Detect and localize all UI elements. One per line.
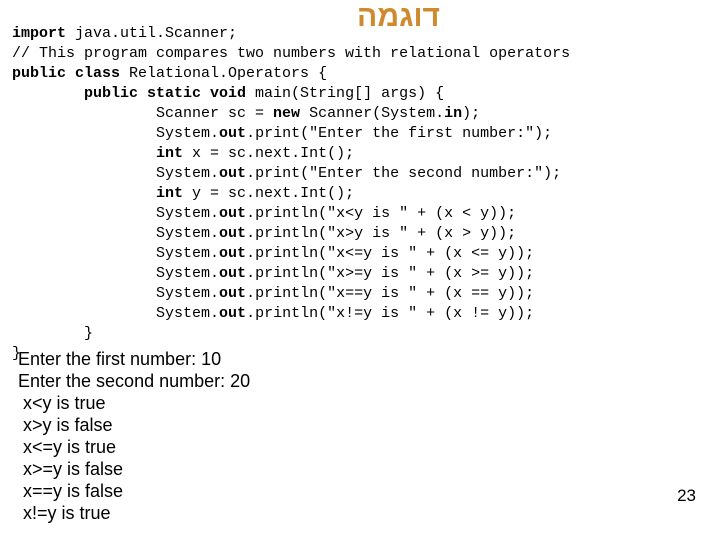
code-l14c: .println("x==y is " + (x == y)); — [246, 285, 534, 302]
kw-new: new — [273, 105, 300, 122]
kw-intx: int — [156, 145, 183, 162]
out-l6: x>=y is false — [18, 459, 123, 479]
code-l11c: .println("x>y is " + (x > y)); — [246, 225, 516, 242]
page-number: 23 — [677, 486, 696, 506]
out-l3: x<y is true — [18, 393, 106, 413]
kw-out12: out — [219, 245, 246, 262]
code-l12a: System. — [12, 245, 219, 262]
out-l8: x!=y is true — [18, 503, 111, 523]
code-l11a: System. — [12, 225, 219, 242]
out-l4: x>y is false — [18, 415, 113, 435]
code-l16: } — [12, 325, 93, 342]
code-l5c: Scanner(System. — [300, 105, 444, 122]
output-block: Enter the first number: 10 Enter the sec… — [18, 348, 250, 524]
code-l15a: System. — [12, 305, 219, 322]
code-l8a: System. — [12, 165, 219, 182]
code-l4b: main(String[] args) { — [246, 85, 444, 102]
kw-public-class: public class — [12, 65, 120, 82]
code-l7a — [12, 145, 156, 162]
code-l6c: .print("Enter the first number:"); — [246, 125, 552, 142]
code-l15c: .println("x!=y is " + (x != y)); — [246, 305, 534, 322]
code-l13c: .println("x>=y is " + (x >= y)); — [246, 265, 534, 282]
kw-in: in — [444, 105, 462, 122]
kw-out6: out — [219, 125, 246, 142]
out-l1: Enter the first number: 10 — [18, 349, 221, 369]
code-l8c: .print("Enter the second number:"); — [246, 165, 561, 182]
code-l12c: .println("x<=y is " + (x <= y)); — [246, 245, 534, 262]
code-l10a: System. — [12, 205, 219, 222]
kw-out8: out — [219, 165, 246, 182]
kw-out15: out — [219, 305, 246, 322]
code-l3b: Relational.Operators { — [120, 65, 327, 82]
kw-import: import — [12, 25, 66, 42]
code-l13a: System. — [12, 265, 219, 282]
code-l9c: y = sc.next.Int(); — [183, 185, 354, 202]
code-block: import java.util.Scanner; // This progra… — [12, 24, 570, 364]
code-l1b: java.util.Scanner; — [66, 25, 237, 42]
kw-psvm: public static void — [12, 85, 246, 102]
slide-container: דוגמה import java.util.Scanner; // This … — [0, 0, 720, 540]
out-l2: Enter the second number: 20 — [18, 371, 250, 391]
code-l7c: x = sc.next.Int(); — [183, 145, 354, 162]
kw-inty: int — [156, 185, 183, 202]
code-l6a: System. — [12, 125, 219, 142]
kw-out11: out — [219, 225, 246, 242]
code-l10c: .println("x<y is " + (x < y)); — [246, 205, 516, 222]
code-l14a: System. — [12, 285, 219, 302]
code-l9a — [12, 185, 156, 202]
code-l5e: ); — [462, 105, 480, 122]
kw-out14: out — [219, 285, 246, 302]
kw-out10: out — [219, 205, 246, 222]
code-l2: // This program compares two numbers wit… — [12, 45, 570, 62]
kw-out13: out — [219, 265, 246, 282]
out-l5: x<=y is true — [18, 437, 116, 457]
code-l5a: Scanner sc = — [12, 105, 273, 122]
out-l7: x==y is false — [18, 481, 123, 501]
